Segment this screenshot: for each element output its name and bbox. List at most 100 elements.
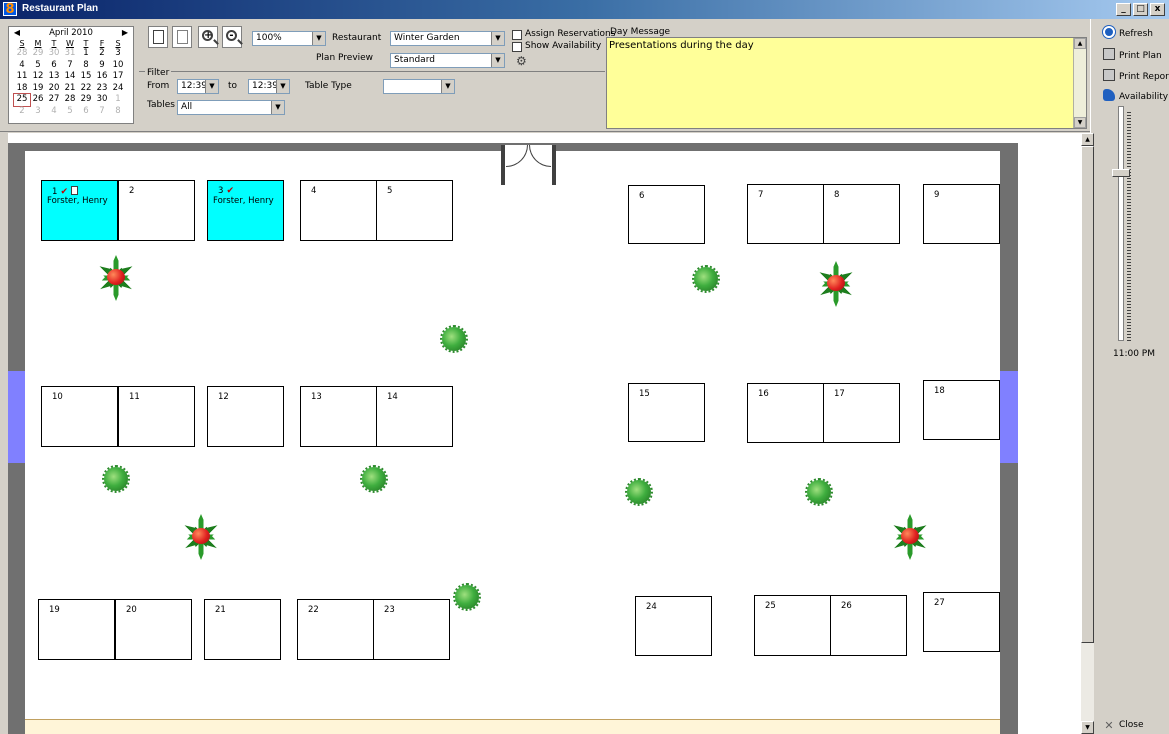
calendar-day[interactable]: 26 — [30, 94, 46, 106]
calendar-day[interactable]: 1 — [110, 94, 126, 106]
table-24[interactable]: 24 — [635, 596, 712, 656]
calendar-day[interactable]: 15 — [78, 71, 94, 83]
calendar-day[interactable]: 29 — [78, 94, 94, 106]
table-12[interactable]: 12 — [207, 386, 284, 447]
calendar-day[interactable]: 6 — [78, 106, 94, 118]
calendar-day[interactable]: 28 — [62, 94, 78, 106]
calendar-day[interactable]: 4 — [46, 106, 62, 118]
scroll-up-icon[interactable]: ▲ — [1081, 133, 1094, 146]
calendar-day[interactable]: 20 — [46, 83, 62, 95]
settings-gear-icon[interactable]: ⚙ — [516, 55, 527, 67]
table-18[interactable]: 18 — [923, 380, 1000, 440]
show-availability-checkbox[interactable] — [512, 42, 522, 52]
zoom-in-button[interactable]: + — [198, 26, 218, 48]
calendar-day[interactable]: 23 — [94, 83, 110, 95]
table-7[interactable]: 7 — [747, 184, 824, 244]
calendar-day[interactable]: 21 — [62, 83, 78, 95]
calendar-day[interactable]: 25 — [13, 93, 31, 107]
assign-reservations-checkbox[interactable] — [512, 30, 522, 40]
to-time-select[interactable]: 12:39 I ▼ — [248, 79, 290, 94]
calendar-day[interactable]: 2 — [94, 48, 110, 60]
scroll-down-icon[interactable]: ▼ — [1074, 117, 1086, 128]
calendar-day[interactable]: 7 — [62, 60, 78, 72]
new-plan-button[interactable] — [148, 26, 168, 48]
maximize-button[interactable]: □ — [1133, 3, 1148, 16]
calendar-day[interactable]: 5 — [62, 106, 78, 118]
calendar-day[interactable]: 29 — [30, 48, 46, 60]
table-19[interactable]: 19 — [38, 599, 115, 660]
calendar-day[interactable]: 8 — [110, 106, 126, 118]
table-20[interactable]: 20 — [115, 599, 192, 660]
calendar-day[interactable]: 6 — [46, 60, 62, 72]
table-21[interactable]: 21 — [204, 599, 281, 660]
table-4[interactable]: 4 — [300, 180, 377, 241]
calendar-day[interactable]: 13 — [46, 71, 62, 83]
calendar-day[interactable]: 3 — [110, 48, 126, 60]
calendar-day[interactable]: 9 — [94, 60, 110, 72]
calendar-day[interactable]: 12 — [30, 71, 46, 83]
next-month-arrow-icon[interactable]: ▶ — [120, 27, 130, 39]
calendar-day[interactable]: 31 — [62, 48, 78, 60]
close-button[interactable]: ✕ Close — [1103, 717, 1143, 733]
month-calendar[interactable]: ◀ April 2010 ▶ SMTWTFS 28 29 30 31 1 2 3 4 5 6 7 8 9… — [8, 26, 134, 124]
table-9[interactable]: 9 — [923, 184, 1000, 244]
table-6[interactable]: 6 — [628, 185, 705, 244]
floor-plan-canvas[interactable]: 1 ✔ Forster, Henry 2 3 ✔ Forster, Henry 4 5 6 7 8… — [8, 133, 1081, 734]
minimize-button[interactable]: _ — [1116, 3, 1131, 16]
prev-month-arrow-icon[interactable]: ◀ — [12, 27, 22, 39]
calendar-day[interactable]: 30 — [94, 94, 110, 106]
table-5[interactable]: 5 — [376, 180, 453, 241]
restaurant-select[interactable]: Winter Garden ▼ — [390, 31, 505, 46]
table-14[interactable]: 14 — [376, 386, 453, 447]
calendar-day[interactable]: 30 — [46, 48, 62, 60]
table-3[interactable]: 3 ✔ Forster, Henry — [207, 180, 284, 241]
zoom-out-button[interactable]: - — [222, 26, 242, 48]
time-slider-track[interactable] — [1118, 106, 1124, 341]
table-26[interactable]: 26 — [830, 595, 907, 656]
table-16[interactable]: 16 — [747, 383, 824, 443]
calendar-day[interactable]: 16 — [94, 71, 110, 83]
scroll-down-icon[interactable]: ▼ — [1081, 721, 1094, 734]
availability-button[interactable]: Availability — [1103, 89, 1168, 105]
calendar-day[interactable]: 24 — [110, 83, 126, 95]
scroll-thumb[interactable] — [1081, 146, 1094, 643]
tables-select[interactable]: All ▼ — [177, 100, 285, 115]
table-17[interactable]: 17 — [823, 383, 900, 443]
table-22[interactable]: 22 — [297, 599, 374, 660]
time-slider-thumb[interactable] — [1112, 169, 1130, 177]
calendar-day[interactable]: 22 — [78, 83, 94, 95]
day-message-textarea[interactable]: Presentations during the day ▲ ▼ — [606, 37, 1087, 129]
calendar-day[interactable]: 1 — [78, 48, 94, 60]
calendar-day[interactable]: 11 — [14, 71, 30, 83]
calendar-day[interactable]: 5 — [30, 60, 46, 72]
calendar-day[interactable]: 19 — [30, 83, 46, 95]
table-2[interactable]: 2 — [118, 180, 195, 241]
calendar-day[interactable]: 8 — [78, 60, 94, 72]
plan-scrollbar[interactable]: ▲ ▼ — [1081, 133, 1094, 734]
calendar-day[interactable]: 7 — [94, 106, 110, 118]
table-type-select[interactable]: ▼ — [383, 79, 455, 94]
calendar-day[interactable]: 17 — [110, 71, 126, 83]
calendar-day[interactable]: 3 — [30, 106, 46, 118]
calendar-day[interactable]: 4 — [14, 60, 30, 72]
calendar-day[interactable]: 28 — [14, 48, 30, 60]
table-11[interactable]: 11 — [118, 386, 195, 447]
plan-preview-select[interactable]: Standard ▼ — [390, 53, 505, 68]
table-1[interactable]: 1 ✔ Forster, Henry — [41, 180, 118, 241]
table-23[interactable]: 23 — [373, 599, 450, 660]
calendar-day[interactable]: 18 — [14, 83, 30, 95]
zoom-select[interactable]: 100% ▼ — [252, 31, 326, 46]
calendar-day[interactable]: 14 — [62, 71, 78, 83]
table-27[interactable]: 27 — [923, 592, 1000, 652]
print-plan-button[interactable]: Print Plan — [1103, 48, 1162, 64]
table-8[interactable]: 8 — [823, 184, 900, 244]
calendar-day[interactable]: 10 — [110, 60, 126, 72]
table-25[interactable]: 25 — [754, 595, 831, 656]
close-window-button[interactable]: x — [1150, 3, 1165, 16]
table-15[interactable]: 15 — [628, 383, 705, 442]
calendar-day[interactable]: 2 — [14, 106, 30, 118]
from-time-select[interactable]: 12:39 ▼ — [177, 79, 219, 94]
calendar-day[interactable]: 27 — [46, 94, 62, 106]
blank-page-button[interactable] — [172, 26, 192, 48]
table-13[interactable]: 13 — [300, 386, 377, 447]
